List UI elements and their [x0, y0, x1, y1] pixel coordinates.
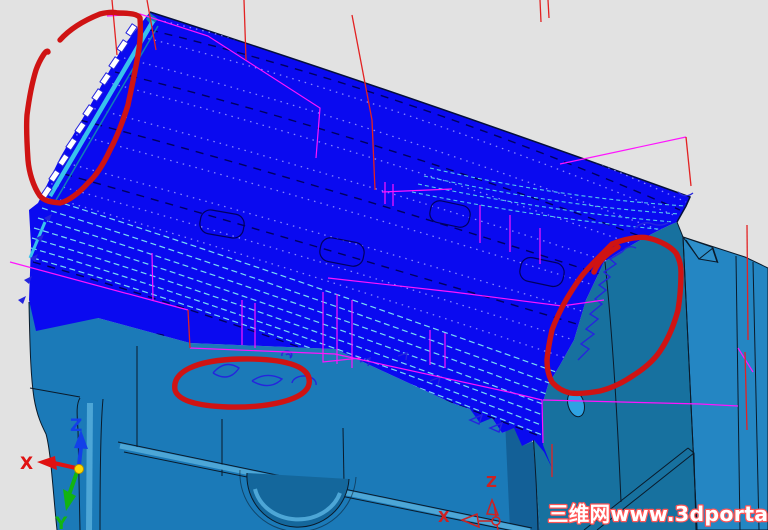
watermark: 三维网www.3dportal.cn	[548, 502, 768, 526]
wcs-x-label: X	[438, 508, 450, 526]
z-axis-label: Z	[70, 416, 82, 436]
axis-origin-ball	[74, 464, 84, 474]
y-axis-label: Y	[54, 514, 68, 530]
cad-viewport[interactable]: X Y Z Z X 三维网www.3dportal.cn	[0, 0, 768, 530]
x-axis-label: X	[20, 454, 33, 474]
wcs-z-label: Z	[486, 473, 497, 491]
